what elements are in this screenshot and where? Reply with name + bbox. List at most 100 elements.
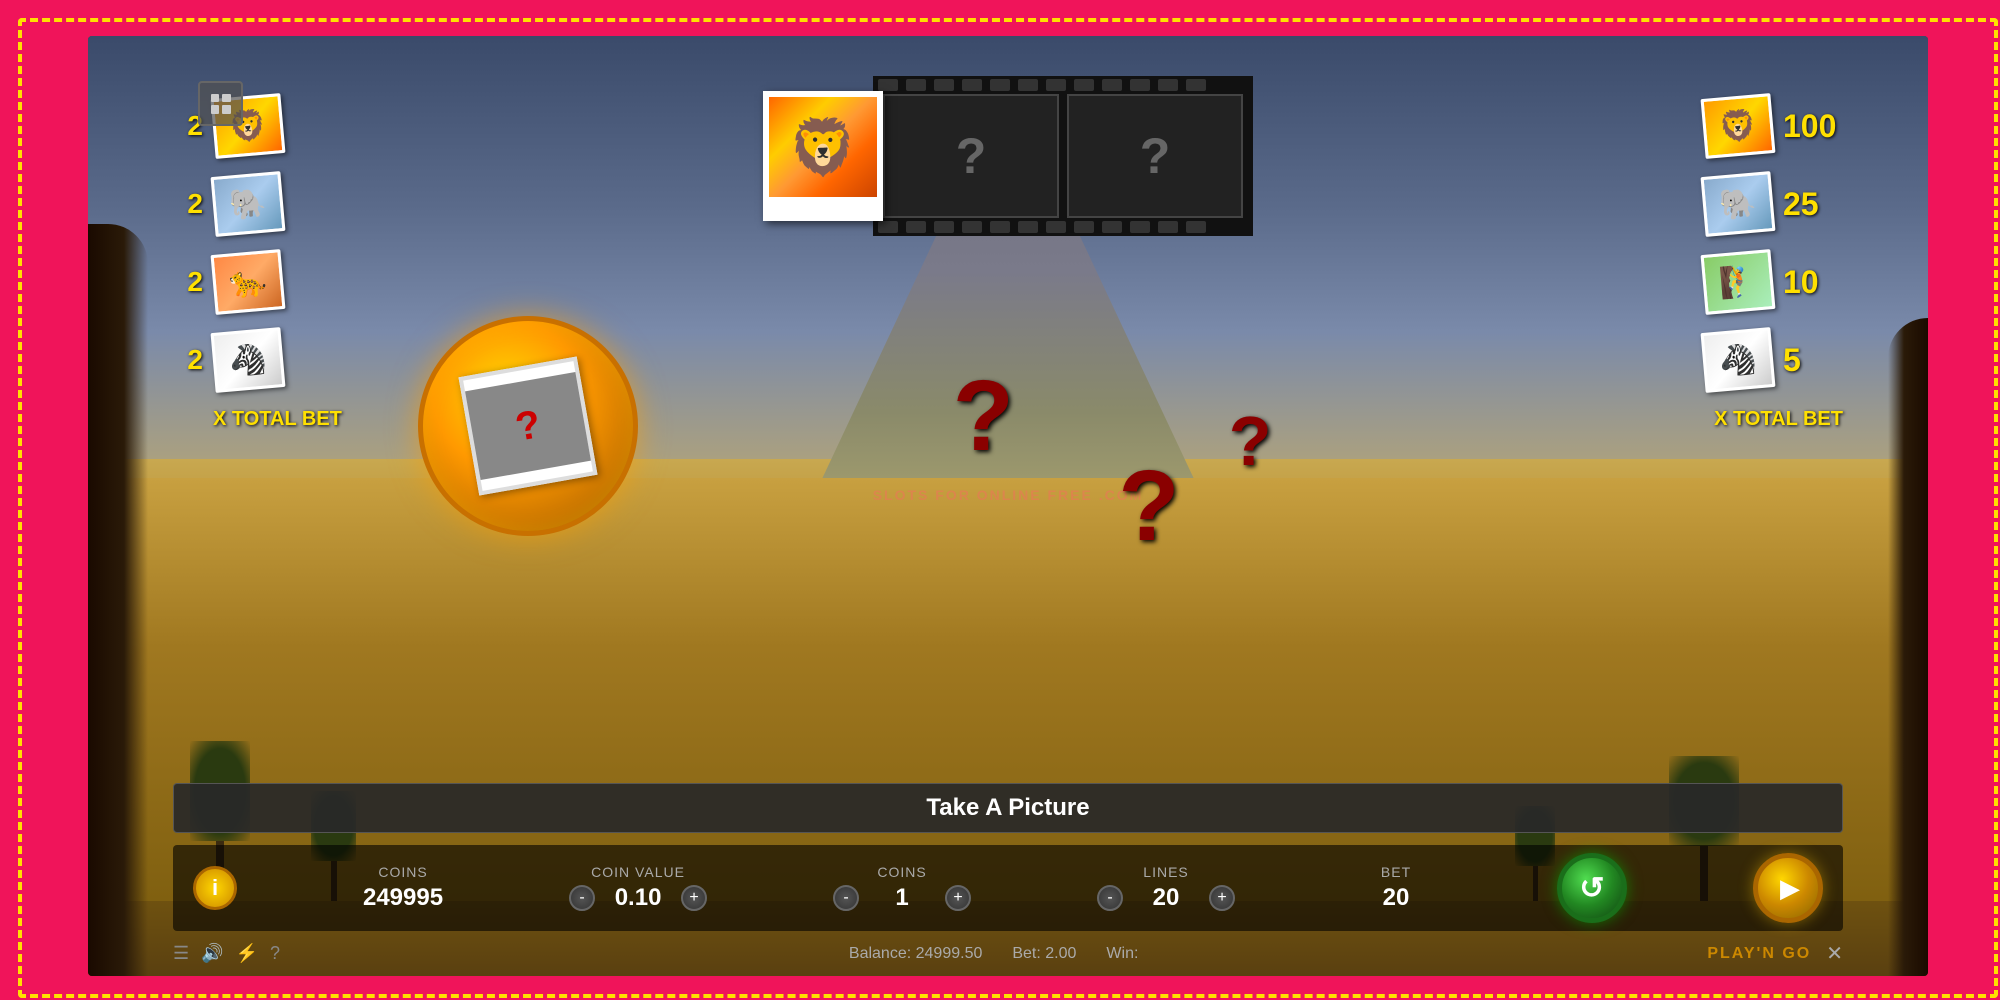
coins2-row: - 1 + (833, 884, 971, 912)
zebra-symbol: 🦓 (214, 330, 282, 389)
right-symbol-card-zebra: 🦓 (1701, 327, 1776, 393)
game-container: SLOTS FOR ONLINE FREE .COM 🦁 (88, 36, 1928, 976)
brand-area: PLAY'N GO ✕ (1707, 941, 1843, 966)
coin-value-row: - 0.10 + (569, 884, 707, 912)
info-button[interactable]: i (193, 866, 237, 910)
coins2-minus[interactable]: - (833, 885, 859, 911)
balance-value: 24999.50 (916, 945, 983, 962)
coins2-value: 1 (867, 884, 937, 912)
brand-logo: PLAY'N GO (1707, 945, 1811, 963)
coin-value-group: COIN VALUE - 0.10 + (569, 864, 707, 912)
golden-circle-container: ? (418, 316, 638, 536)
bet-value: 20 (1361, 884, 1431, 912)
coins-display: COINS 249995 (363, 864, 443, 912)
status-bar: ☰ 🔊 ⚡ ? Balance: 24999.50 Bet: 2.00 Win: (173, 941, 1843, 966)
lines-row: - 20 + (1097, 884, 1235, 912)
watermark: SLOTS FOR ONLINE FREE .COM (873, 487, 1144, 503)
bet-status-value: 2.00 (1045, 945, 1076, 962)
paytable-row-2: 2 🐘 (173, 174, 373, 234)
film-frame-2: ? (1067, 94, 1243, 218)
lines-plus[interactable]: + (1209, 885, 1235, 911)
big-question-text: ? (953, 360, 1014, 472)
right-paytable-row-2: 25 🐘 (1643, 174, 1843, 234)
right-paytable-row-3: 10 🧗 (1643, 252, 1843, 312)
bet-display: Bet: 2.00 (1012, 945, 1076, 963)
pay-value-3: 10 (1783, 264, 1843, 301)
film-question-2: ? (1140, 127, 1171, 185)
coins-value: 249995 (363, 884, 443, 912)
right-lion-symbol: 🦁 (1704, 96, 1772, 155)
multiplier-4: 2 (173, 344, 203, 376)
coin-value-plus[interactable]: + (681, 885, 707, 911)
left-paytable: 2 🦁 2 🐘 2 🐆 2 🦓 (173, 96, 373, 431)
spin-button[interactable]: ↺ (1557, 853, 1627, 923)
elephant-symbol: 🐘 (214, 174, 282, 233)
pay-value-4: 5 (1783, 342, 1843, 379)
controls-bar: i COINS 249995 COIN VALUE - 0.10 + (173, 845, 1843, 931)
hamburger-icon[interactable]: ☰ (173, 943, 189, 964)
bottom-bar: Take A Picture i COINS 249995 COIN VALUE… (173, 783, 1843, 931)
lines-minus[interactable]: - (1097, 885, 1123, 911)
right-paytable-row-1: 100 🦁 (1643, 96, 1843, 156)
coins2-label: COINS (877, 864, 926, 880)
film-strip-area: 🦁 ? ? (763, 76, 1253, 236)
multiplier-2: 2 (173, 188, 203, 220)
lightning-icon[interactable]: ⚡ (236, 943, 258, 964)
spin-icon: ↺ (1579, 871, 1604, 906)
x-total-bet-right: X TOTAL BET (1643, 408, 1843, 431)
close-button[interactable]: ✕ (1826, 941, 1843, 966)
help-icon[interactable]: ? (270, 943, 280, 964)
film-question-1: ? (956, 127, 987, 185)
status-info: Balance: 24999.50 Bet: 2.00 Win: (849, 945, 1139, 963)
lines-group: LINES - 20 + (1097, 864, 1235, 912)
med-question-text: ? (1118, 450, 1179, 562)
golden-circle-reel[interactable]: ? (418, 316, 638, 536)
right-zebra-symbol: 🦓 (1704, 330, 1772, 389)
question-mark-large: ? (953, 366, 1014, 466)
play-icon: ▶ (1780, 873, 1800, 904)
x-total-bet-left: X TOTAL BET (173, 408, 373, 431)
film-perforations-top (873, 76, 1253, 94)
bet-label: BET (1381, 864, 1411, 880)
reel-photo-inner: ? (465, 372, 591, 480)
symbol-card-zebra: 🦓 (211, 327, 286, 393)
right-symbol-card-human: 🧗 (1701, 249, 1776, 315)
lion-photo: 🦁 (763, 91, 883, 221)
film-frames: ? ? (883, 94, 1243, 218)
reel-photo-card: ? (458, 356, 597, 495)
coins2-group: COINS - 1 + (833, 864, 971, 912)
sound-icon[interactable]: 🔊 (201, 943, 223, 964)
question-mark-small: ? (1229, 406, 1272, 476)
film-frame-1: ? (883, 94, 1059, 218)
lion-photo-inner: 🦁 (769, 97, 877, 197)
play-button[interactable]: ▶ (1753, 853, 1823, 923)
bet-status-label: Bet: (1012, 945, 1040, 962)
multiplier-3: 2 (173, 266, 203, 298)
menu-button[interactable] (198, 81, 243, 126)
small-question-text: ? (1229, 402, 1272, 480)
film-perforations-bottom (873, 218, 1253, 236)
coin-value-label: COIN VALUE (591, 864, 685, 880)
right-symbol-card-elephant: 🐘 (1701, 171, 1776, 237)
lines-label: LINES (1143, 864, 1188, 880)
balance-label: Balance: (849, 945, 911, 962)
balance-display: Balance: 24999.50 (849, 945, 982, 963)
coin-value-value: 0.10 (603, 884, 673, 912)
coins-label: COINS (378, 864, 427, 880)
coins2-plus[interactable]: + (945, 885, 971, 911)
right-paytable: 100 🦁 25 🐘 10 🧗 5 🦓 (1643, 96, 1843, 431)
symbol-card-elephant: 🐘 (211, 171, 286, 237)
status-icons: ☰ 🔊 ⚡ ? (173, 943, 280, 964)
right-symbol-card-lion: 🦁 (1701, 93, 1776, 159)
question-mark-medium: ? (1118, 456, 1179, 556)
right-elephant-symbol: 🐘 (1704, 174, 1772, 233)
pay-value-2: 25 (1783, 186, 1843, 223)
coin-value-minus[interactable]: - (569, 885, 595, 911)
grid-icon (211, 94, 231, 114)
lines-value: 20 (1131, 884, 1201, 912)
outer-border: SLOTS FOR ONLINE FREE .COM 🦁 (0, 0, 2000, 1000)
paytable-row-4: 2 🦓 (173, 330, 373, 390)
paytable-row-3: 2 🐆 (173, 252, 373, 312)
win-label: Win: (1106, 945, 1138, 962)
symbol-card-leopard: 🐆 (211, 249, 286, 315)
